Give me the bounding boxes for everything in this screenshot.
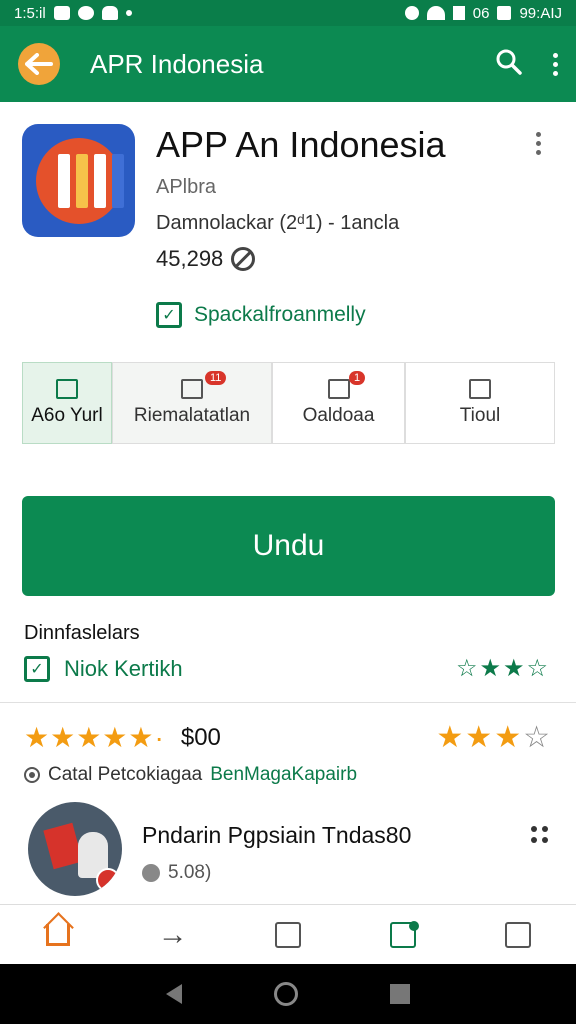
review-item[interactable]: Pndarin Pgpsiain Tndas80 5.08) — [28, 802, 548, 898]
nav-home[interactable] — [38, 915, 78, 955]
app-bar: APR Indonesia — [0, 26, 576, 102]
policy-link[interactable]: BenMagaKapairb — [210, 764, 357, 786]
home-icon — [45, 923, 70, 946]
app-title: APP An Indonesia — [156, 124, 446, 165]
chart-icon — [469, 379, 491, 399]
bottom-nav: → — [0, 904, 576, 964]
alert-icon — [101, 6, 118, 20]
review-meta-text: 5.08) — [168, 862, 212, 883]
filled-stars: ★★★ — [436, 721, 524, 754]
notification-dot-icon — [409, 920, 420, 931]
section-heading: Dinnfaslelars — [24, 622, 140, 644]
review-more-icon[interactable] — [531, 826, 548, 843]
search-icon[interactable] — [495, 48, 523, 81]
status-time: 1:5:il — [14, 4, 46, 22]
rating-stars: ★★★★★· — [24, 722, 165, 753]
verified-label: Spackalfroanmelly — [194, 303, 366, 326]
downloads-count: 45,298 — [156, 246, 224, 271]
status-clock: 99:AIJ — [519, 4, 562, 22]
app-icon — [56, 379, 78, 399]
info-icon — [142, 864, 160, 882]
policy-row: Catal Petcokiagaa BenMagaKapairb — [24, 764, 357, 786]
security-stars: ☆★★☆ — [455, 655, 550, 682]
nav-media[interactable] — [498, 915, 538, 955]
security-label: Niok Kertikh — [64, 655, 183, 681]
nav-library[interactable] — [268, 915, 308, 955]
status-network-label: 06 — [472, 4, 490, 22]
rate-stars-input[interactable]: ★★★☆ — [436, 720, 552, 755]
tab-badge: 1 — [349, 371, 366, 385]
dot-icon — [125, 10, 132, 16]
check-icon: ✓ — [156, 302, 182, 328]
media-icon — [505, 921, 532, 948]
nav-forward[interactable]: → — [153, 915, 193, 955]
check-icon: ✓ — [24, 655, 50, 682]
tab-bar: A6o Yurl 11 Riemalatatlan 1 Oaldoaa Tiou… — [22, 362, 555, 444]
alarm-icon — [404, 6, 419, 20]
system-home-icon[interactable] — [274, 982, 298, 1006]
tab-label: Oaldoaa — [302, 405, 375, 426]
signal-icon — [452, 6, 465, 20]
tab-overview[interactable]: A6o Yurl — [22, 362, 112, 444]
nav-messages[interactable] — [383, 915, 423, 955]
system-back-icon[interactable] — [166, 984, 182, 1004]
divider — [0, 702, 576, 703]
library-icon — [274, 921, 301, 948]
avatar — [28, 802, 122, 896]
verified-row[interactable]: ✓ Spackalfroanmelly — [156, 302, 366, 328]
empty-star: ☆ — [523, 721, 552, 754]
ban-icon — [231, 247, 256, 271]
app-downloads: 45,298 — [156, 246, 256, 272]
back-arrow-icon[interactable] — [18, 43, 60, 85]
system-recents-icon[interactable] — [390, 984, 410, 1004]
app-logo — [22, 124, 135, 237]
tab-details[interactable]: 1 Oaldoaa — [272, 362, 405, 444]
rating-row: ★★★★★· $00 ★★★☆ — [24, 720, 552, 755]
review-title: Pndarin Pgpsiain Tndas80 — [142, 822, 412, 848]
tab-label: Riemalatatlan — [133, 405, 251, 426]
tab-label: A6o Yurl — [31, 405, 103, 426]
arrow-right-icon: → — [157, 917, 188, 951]
app-meta: Damnolackar (2ᵈ1) - 1ancla — [156, 212, 400, 234]
list-icon — [327, 379, 350, 399]
review-meta: 5.08) — [142, 862, 211, 884]
battery-icon — [497, 6, 512, 20]
security-row[interactable]: ✓ Niok Kertikh ☆★★☆ — [24, 654, 550, 683]
radio-icon — [24, 767, 40, 783]
page-title: APR Indonesia — [90, 48, 264, 79]
tab-label: Tioul — [459, 405, 501, 426]
policy-text: Catal Petcokiagaa — [48, 764, 203, 785]
tab-stats[interactable]: Tioul — [405, 362, 555, 444]
more-options-icon[interactable] — [553, 52, 558, 76]
app-developer[interactable]: APlbra — [156, 176, 216, 199]
tab-badge: 11 — [205, 371, 227, 385]
install-button[interactable]: Undu — [22, 496, 555, 596]
app-more-icon[interactable] — [536, 132, 541, 155]
message-icon — [53, 6, 70, 20]
app-notification-icon — [77, 6, 94, 20]
price-label: $00 — [180, 723, 221, 751]
tab-reviews[interactable]: 11 Riemalatatlan — [112, 362, 272, 444]
list-icon — [181, 379, 203, 399]
status-bar: 1:5:il 06 99:AIJ — [0, 0, 576, 26]
wifi-icon — [426, 6, 445, 20]
system-nav-bar — [0, 964, 576, 1024]
